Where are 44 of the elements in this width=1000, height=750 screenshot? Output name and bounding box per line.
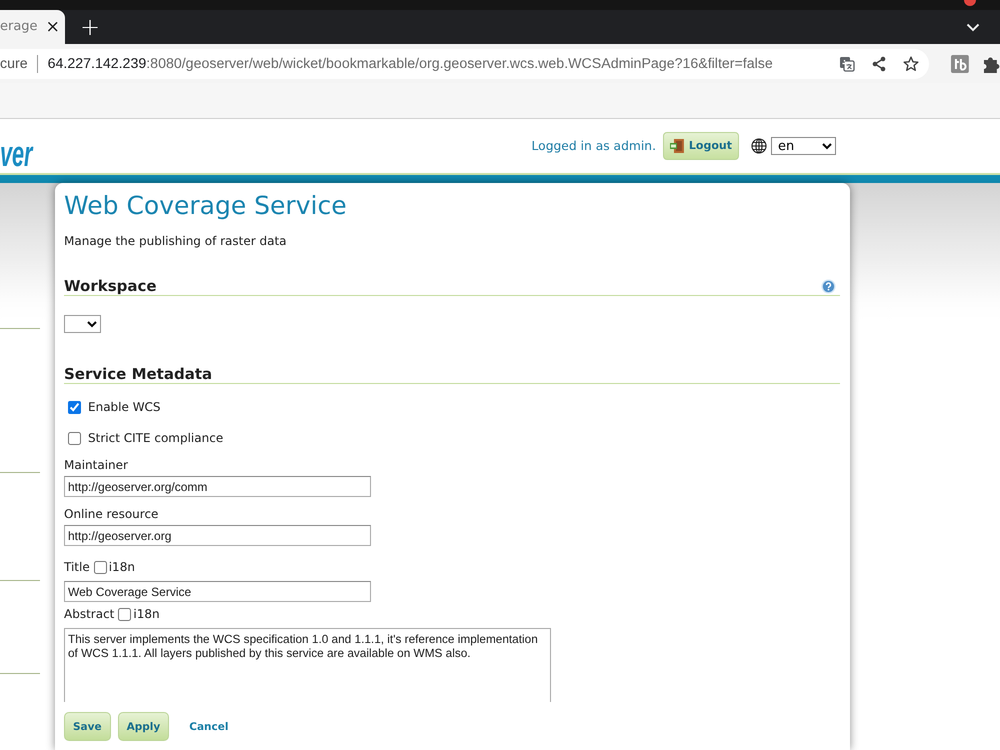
- abstract-field[interactable]: This server implements the WCS specification 1.0 and 1.1.1, it's reference implementation of WCS 1.1.1. All layers published by this service are available on WMS also.: [64, 628, 551, 702]
- checkbox[interactable]: [68, 400, 81, 414]
- url-text[interactable]: 64.227.142.239:8080/geoserver/web/wicket/bookmarkable/org.geoserver.wcs.web.WCSAdminPage?16&filter=false: [48, 56, 773, 72]
- tab-close-button[interactable]: ×: [46, 19, 60, 35]
- globe-icon: [751, 138, 767, 154]
- notification-icon[interactable]: [964, 0, 976, 6]
- door-icon: [670, 138, 685, 154]
- browser-tab[interactable]: erage ×: [0, 10, 65, 44]
- checkbox-label: Strict CITE compliance: [88, 430, 224, 446]
- field-label: Title: [64, 559, 90, 575]
- apply-button[interactable]: Apply: [118, 712, 170, 741]
- page-description: Manage the publishing of raster data: [64, 233, 288, 249]
- chevron-down-icon[interactable]: [966, 22, 980, 32]
- i18n-label: i18n: [108, 559, 135, 575]
- save-button[interactable]: Save: [64, 712, 111, 741]
- i18n-checkbox[interactable]: [118, 608, 132, 620]
- title-field[interactable]: Web Coverage Service: [64, 581, 371, 602]
- workspace-select[interactable]: [64, 315, 101, 333]
- section-heading: Workspace: [64, 277, 157, 295]
- language-select[interactable]: en: [771, 137, 836, 155]
- section-heading: Service Metadata: [64, 365, 212, 383]
- translate-icon[interactable]: [839, 56, 856, 72]
- field-label: Online resource: [64, 506, 158, 522]
- field-label: Maintainer: [64, 457, 128, 473]
- i18n-label: i18n: [133, 606, 160, 622]
- field-label: Abstract: [64, 606, 114, 622]
- star-icon[interactable]: [903, 56, 920, 72]
- puzzle-icon[interactable]: [982, 54, 1000, 72]
- i18n-checkbox[interactable]: [94, 560, 107, 574]
- logo-text: ver: [0, 135, 34, 173]
- page-title: Web Coverage Service: [64, 191, 348, 221]
- checkbox[interactable]: [68, 432, 81, 444]
- share-icon[interactable]: [871, 56, 888, 72]
- login-status: Logged in as admin.: [532, 138, 656, 154]
- logout-button[interactable]: Logout: [663, 132, 739, 160]
- address-bar[interactable]: cure 64.227.142.239:8080/geoserver/web/wicket/bookmarkable/org.geoserver.wcs.web.WCSAdminPage?16&filter=false: [0, 48, 930, 78]
- maintainer-field[interactable]: http://geoserver.org/comm: [64, 476, 371, 497]
- extension-icon[interactable]: [951, 54, 970, 72]
- security-label[interactable]: cure: [0, 56, 28, 72]
- help-icon[interactable]: [821, 278, 836, 294]
- online-resource-field[interactable]: http://geoserver.org: [64, 525, 371, 546]
- new-tab-button[interactable]: +: [80, 15, 100, 39]
- checkbox-label: Enable WCS: [88, 399, 161, 415]
- cancel-link[interactable]: Cancel: [189, 718, 228, 734]
